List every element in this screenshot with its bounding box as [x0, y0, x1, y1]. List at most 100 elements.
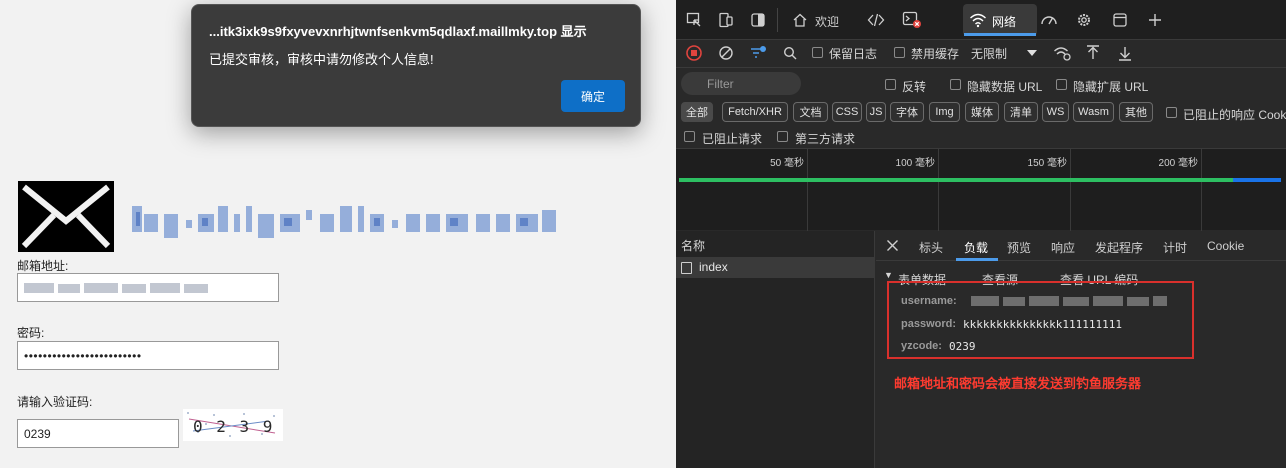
tab-network[interactable]: 网络	[992, 13, 1016, 30]
active-tab-underline	[956, 258, 998, 261]
home-icon[interactable]	[790, 10, 810, 30]
search-icon[interactable]	[780, 43, 800, 63]
preserve-log-checkbox[interactable]	[812, 47, 823, 58]
blocked-cookies-checkbox[interactable]	[1166, 107, 1177, 118]
filter-toggle-icon[interactable]	[748, 43, 768, 63]
sidebar-toggle-icon[interactable]	[748, 10, 768, 30]
device-emulation-icon[interactable]	[716, 10, 736, 30]
envelope-icon	[18, 181, 114, 252]
inspect-icon[interactable]	[684, 10, 704, 30]
tab-network-underline	[964, 33, 1036, 36]
hide-data-urls-checkbox[interactable]	[950, 79, 961, 90]
payload-key-yzcode: yzcode:	[901, 340, 942, 352]
timeline-tick-label: 200 毫秒	[1158, 158, 1198, 169]
dialog-message: 已提交审核，审核中请勿修改个人信息!	[209, 52, 434, 67]
chip-wasm[interactable]: Wasm	[1073, 102, 1114, 122]
triangle-down-icon[interactable]: ▼	[884, 270, 893, 280]
disable-cache-checkbox[interactable]	[894, 47, 905, 58]
clear-icon[interactable]	[716, 43, 736, 63]
devtools-tab-bar: 欢迎 网络	[676, 0, 1286, 40]
request-name: index	[699, 260, 728, 274]
chip-media[interactable]: 媒体	[965, 102, 999, 122]
chip-img[interactable]: Img	[929, 102, 960, 122]
console-icon[interactable]	[902, 10, 922, 30]
captcha-input[interactable]: 0239	[17, 419, 179, 448]
chip-other[interactable]: 其他	[1119, 102, 1153, 122]
hide-ext-urls-label: 隐藏扩展 URL	[1073, 80, 1149, 94]
captcha-image-text: 0 2 3 9	[193, 417, 274, 436]
tab-headers[interactable]: 标头	[919, 239, 943, 256]
detail-tabs: 标头 负载 预览 响应 发起程序 计时 Cookie	[876, 231, 1286, 261]
performance-icon[interactable]	[1039, 10, 1059, 30]
username-value-pixelated	[971, 296, 1167, 306]
payload-value-yzcode: 0239	[949, 340, 976, 353]
export-har-icon[interactable]	[1115, 43, 1135, 63]
password-input[interactable]: •••••••••••••••••••••••••	[17, 341, 279, 370]
tab-welcome[interactable]: 欢迎	[815, 13, 839, 30]
timeline-request-bar	[679, 178, 1281, 182]
hide-data-urls-label: 隐藏数据 URL	[967, 80, 1043, 94]
devtools-panel: 欢迎 网络 保留日志 禁用缓存 无限制 Filter 反转 隐藏数据 URL 隐…	[676, 0, 1286, 468]
preserve-log-label: 保留日志	[829, 47, 878, 61]
blocked-cookies-label: 已阻止的响应 Cookie	[1183, 108, 1286, 122]
email-label: 邮箱地址:	[17, 259, 69, 273]
dialog-title: ...itk3ixk9s9fxyvevxnrhjtwnfsenkvm5qdlax…	[209, 24, 587, 39]
chip-all[interactable]: 全部	[681, 102, 713, 122]
tab-initiator[interactable]: 发起程序	[1095, 239, 1143, 256]
chip-manifest[interactable]: 清单	[1004, 102, 1038, 122]
request-list-header: 名称	[681, 239, 706, 253]
payload-key-username: username:	[901, 295, 957, 307]
dialog-ok-button[interactable]: 确定	[561, 80, 625, 112]
alert-dialog: ...itk3ixk9s9fxyvevxnrhjtwnfsenkvm5qdlax…	[191, 4, 641, 127]
document-icon	[681, 262, 692, 274]
chip-js[interactable]: JS	[866, 102, 886, 122]
chip-font[interactable]: 字体	[890, 102, 924, 122]
tab-preview[interactable]: 预览	[1007, 239, 1031, 256]
chip-ws[interactable]: WS	[1042, 102, 1069, 122]
add-tab-plus-icon[interactable]	[1145, 10, 1165, 30]
timeline-gridline	[1070, 149, 1071, 231]
blocked-requests-checkbox[interactable]	[684, 131, 695, 142]
domain-logo-pixelated	[132, 206, 556, 238]
captcha-image[interactable]: 0 2 3 9	[183, 409, 283, 441]
chip-css[interactable]: CSS	[832, 102, 862, 122]
tab-timing[interactable]: 计时	[1163, 239, 1187, 256]
third-party-label: 第三方请求	[795, 132, 856, 146]
wifi-icon[interactable]	[968, 10, 988, 30]
invert-label: 反转	[902, 80, 927, 94]
blocked-requests-label: 已阻止请求	[702, 132, 763, 146]
chevron-down-icon[interactable]	[1022, 43, 1042, 63]
invert-checkbox[interactable]	[885, 79, 896, 90]
filter-input[interactable]: Filter	[681, 72, 801, 95]
network-timeline[interactable]: 50 毫秒 100 毫秒 150 毫秒 200 毫秒	[676, 148, 1286, 231]
application-icon[interactable]	[1110, 10, 1130, 30]
third-party-checkbox[interactable]	[777, 131, 788, 142]
timeline-gridline	[1201, 149, 1202, 231]
network-conditions-icon[interactable]	[1052, 43, 1072, 63]
throttle-select[interactable]: 无限制	[971, 45, 1007, 62]
request-row[interactable]: index	[676, 257, 875, 278]
elements-icon[interactable]	[866, 10, 886, 30]
tab-separator	[777, 8, 778, 32]
record-stop-icon[interactable]	[684, 43, 704, 63]
email-input[interactable]	[17, 273, 279, 302]
toolbar-divider	[676, 67, 1286, 68]
timeline-tick-label: 50 毫秒	[770, 158, 804, 169]
timeline-gridline	[807, 149, 808, 231]
chip-doc[interactable]: 文档	[793, 102, 828, 122]
import-har-icon[interactable]	[1083, 43, 1103, 63]
password-label: 密码:	[17, 326, 45, 340]
request-details: 标头 负载 预览 响应 发起程序 计时 Cookie ▼ 表单数据 查看源 查看…	[876, 231, 1286, 468]
hide-ext-urls-checkbox[interactable]	[1056, 79, 1067, 90]
phishing-warning-annotation: 邮箱地址和密码会被直接发送到钓鱼服务器	[894, 376, 1142, 391]
timeline-gridline	[938, 149, 939, 231]
tab-response[interactable]: 响应	[1051, 239, 1075, 256]
tab-payload[interactable]: 负载	[964, 239, 988, 256]
settings-gear-icon[interactable]	[1074, 10, 1094, 30]
close-icon[interactable]	[886, 239, 899, 255]
tab-cookie[interactable]: Cookie	[1207, 239, 1244, 253]
disable-cache-label: 禁用缓存	[911, 47, 960, 61]
timeline-tick-label: 100 毫秒	[895, 158, 935, 169]
chip-fetch-xhr[interactable]: Fetch/XHR	[722, 102, 788, 122]
payload-highlight-box: username: password: kkkkkkkkkkkkkkk11111…	[887, 281, 1194, 359]
